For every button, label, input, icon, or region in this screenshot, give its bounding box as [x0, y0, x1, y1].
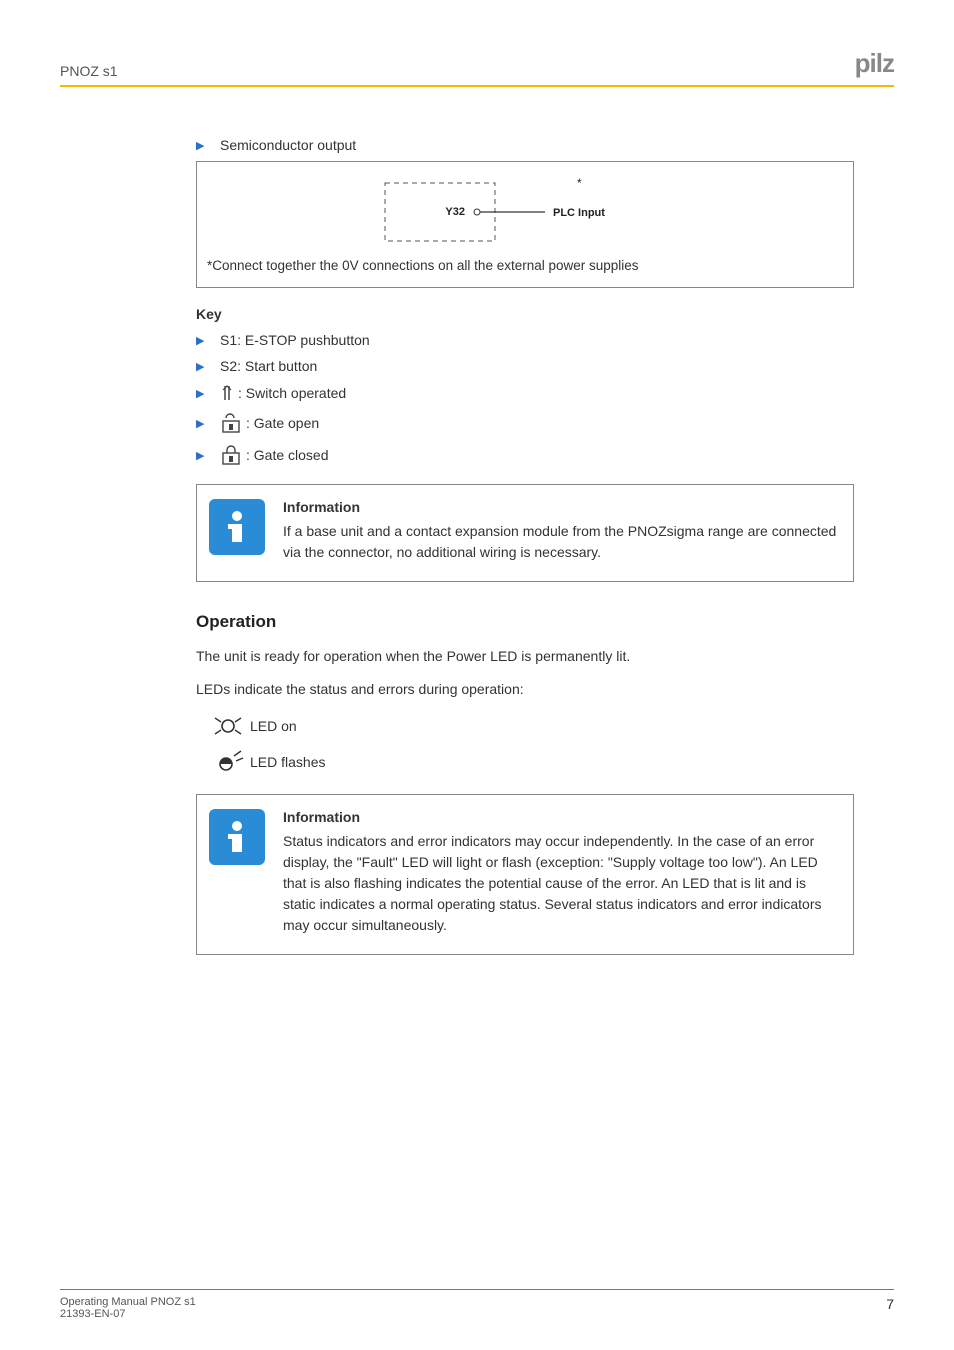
semiconductor-output-row: ▶ Semiconductor output	[196, 137, 854, 153]
doc-title-short: PNOZ s1	[60, 63, 118, 79]
led-on-label: LED on	[250, 718, 297, 734]
switch-operated-icon	[220, 384, 234, 402]
key-list: ▶ S1: E-STOP pushbutton ▶ S2: Start butt…	[196, 332, 854, 466]
info-glyph-icon	[217, 507, 257, 547]
info-icon	[209, 499, 265, 555]
led-flashes-label: LED flashes	[250, 754, 325, 770]
semiconductor-output-label: Semiconductor output	[220, 137, 356, 153]
page-footer: Operating Manual PNOZ s1 21393-EN-07 7	[60, 1289, 894, 1320]
info-content-2: Information Status indicators and error …	[283, 809, 841, 936]
operation-para1: The unit is ready for operation when the…	[196, 646, 854, 667]
bullet-icon: ▶	[196, 449, 206, 462]
operation-heading: Operation	[196, 612, 854, 632]
info-content-1: Information If a base unit and a contact…	[283, 499, 841, 563]
operation-para2: LEDs indicate the status and errors duri…	[196, 679, 854, 700]
gate-closed-icon	[220, 444, 242, 466]
wiring-diagram: Y32 PLC Input *	[205, 172, 845, 252]
led-flashes-icon	[206, 748, 250, 776]
bullet-icon: ▶	[196, 139, 206, 152]
diagram-footnote: *Connect together the 0V connections on …	[205, 258, 845, 273]
key-gate-closed-text: : Gate closed	[246, 447, 329, 463]
info-box-2: Information Status indicators and error …	[196, 794, 854, 955]
led-on-row: LED on	[206, 712, 854, 740]
key-gate-open-text: : Gate open	[246, 415, 319, 431]
key-item-gate-closed: ▶ : Gate closed	[196, 444, 854, 466]
diagram-plc-label: PLC Input	[553, 207, 605, 219]
footer-line2: 21393-EN-07	[60, 1308, 196, 1320]
info-box-1: Information If a base unit and a contact…	[196, 484, 854, 582]
led-flashes-row: LED flashes	[206, 748, 854, 776]
key-item-s2: ▶ S2: Start button	[196, 358, 854, 374]
key-heading: Key	[196, 306, 854, 322]
info1-text: If a base unit and a contact expansion m…	[283, 521, 841, 563]
led-on-icon	[206, 712, 250, 740]
gate-open-icon	[220, 412, 242, 434]
key-s1-text: S1: E-STOP pushbutton	[220, 332, 370, 348]
semiconductor-diagram-box: Y32 PLC Input * *Connect together the 0V…	[196, 161, 854, 288]
info2-text: Status indicators and error indicators m…	[283, 831, 841, 936]
info-icon	[209, 809, 265, 865]
bullet-icon: ▶	[196, 387, 206, 400]
diagram-y32-label: Y32	[445, 206, 465, 218]
footer-left: Operating Manual PNOZ s1 21393-EN-07	[60, 1296, 196, 1320]
bullet-icon: ▶	[196, 360, 206, 373]
footer-line1: Operating Manual PNOZ s1	[60, 1296, 196, 1308]
key-item-s1: ▶ S1: E-STOP pushbutton	[196, 332, 854, 348]
brand-logo: pilz	[855, 48, 894, 79]
info-glyph-icon	[217, 817, 257, 857]
key-item-switch-operated: ▶ : Switch operated	[196, 384, 854, 402]
key-s2-text: S2: Start button	[220, 358, 317, 374]
bullet-icon: ▶	[196, 417, 206, 430]
page-content: ▶ Semiconductor output Y32 PLC Input * *…	[196, 137, 854, 955]
key-switch-operated-text: : Switch operated	[238, 385, 346, 401]
info2-title: Information	[283, 809, 841, 825]
key-item-gate-open: ▶ : Gate open	[196, 412, 854, 434]
y32-plc-diagram-svg: Y32 PLC Input *	[355, 177, 695, 247]
page-header: PNOZ s1 pilz	[60, 48, 894, 87]
info1-title: Information	[283, 499, 841, 515]
bullet-icon: ▶	[196, 334, 206, 347]
diagram-star: *	[577, 177, 582, 190]
page-number: 7	[886, 1296, 894, 1320]
